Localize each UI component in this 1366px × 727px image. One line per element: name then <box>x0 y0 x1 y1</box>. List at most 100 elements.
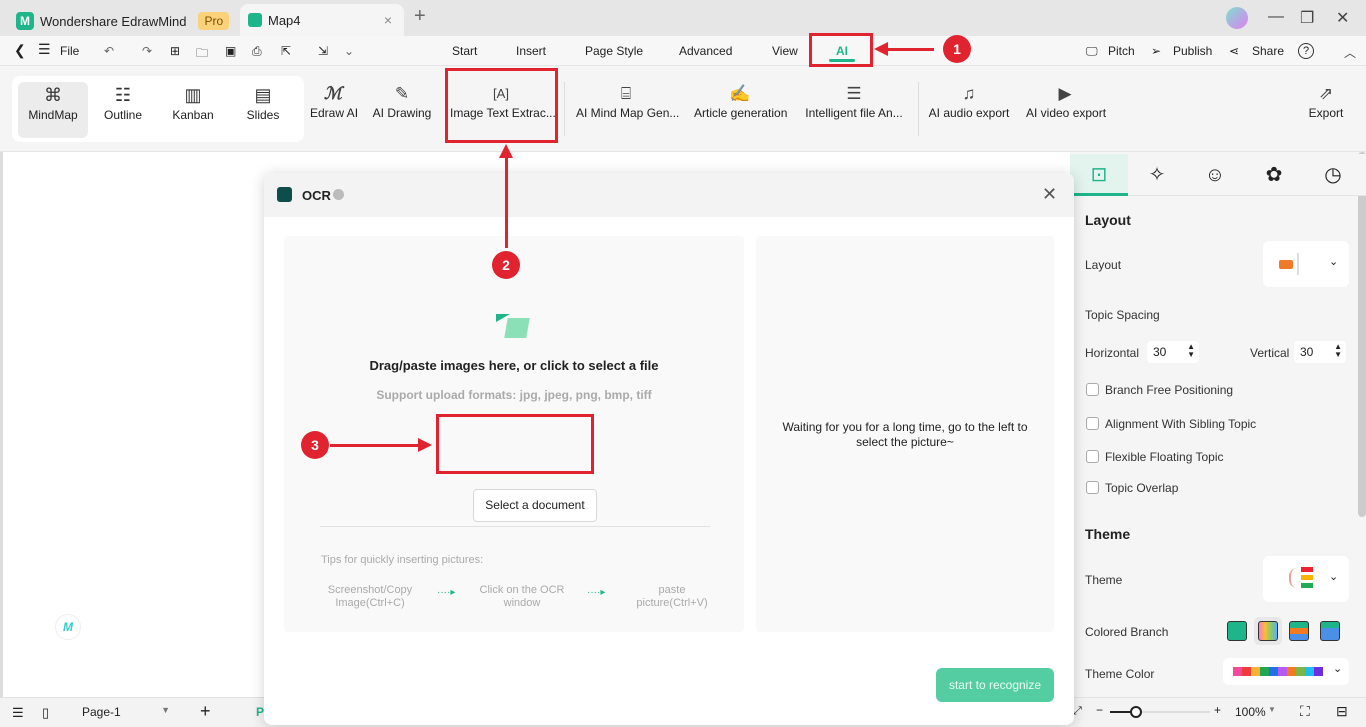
clipart-tab[interactable]: ✿ <box>1245 154 1303 196</box>
tab-insert[interactable]: Insert <box>516 44 546 58</box>
layout-select[interactable]: ⌄ <box>1263 241 1349 287</box>
share-icon[interactable]: ⋖ <box>1229 44 1239 58</box>
palette-swatch-10 <box>1314 667 1323 676</box>
save-icon[interactable]: ▣ <box>225 44 236 58</box>
properties-panel: Layout Layout ⌄ Topic Spacing Horizontal… <box>1070 152 1366 697</box>
print-icon[interactable]: ⎙ <box>252 44 262 59</box>
spinner-arrows-icon[interactable]: ▲ ▼ <box>1334 343 1342 359</box>
tab-start[interactable]: Start <box>452 44 477 58</box>
vertical-spacing-input[interactable]: 30 ▲ ▼ <box>1294 341 1346 363</box>
close-window-button[interactable]: ✕ <box>1336 8 1349 28</box>
theme-color-select[interactable]: ⌄ <box>1223 658 1349 685</box>
export-label: Export <box>1308 106 1344 120</box>
ai-audio-export-button[interactable]: ♫ AI audio export <box>928 82 1010 120</box>
page-view-icon[interactable]: ▯ <box>42 705 49 721</box>
help-icon[interactable] <box>333 189 344 200</box>
zoom-slider-handle[interactable] <box>1130 706 1142 718</box>
mindmap-view-button[interactable]: ⌘ MindMap <box>18 82 88 138</box>
pitch-icon[interactable]: 🖵 <box>1086 44 1098 59</box>
import-icon[interactable]: ⇲ <box>318 44 328 58</box>
close-tab-icon[interactable]: × <box>384 12 392 28</box>
edraw-ai-button[interactable]: ℳ Edraw AI <box>310 82 359 120</box>
zoom-out-button[interactable]: − <box>1096 703 1103 717</box>
panel-scrollbar[interactable] <box>1358 152 1366 517</box>
mark-tab[interactable]: ☺ <box>1186 154 1244 196</box>
edraw-ai-floating-icon[interactable]: M <box>55 614 81 640</box>
redo-icon[interactable]: ↷ <box>142 44 152 58</box>
article-generation-label: Article generation <box>694 106 788 120</box>
start-recognize-button[interactable]: start to recognize <box>936 668 1054 702</box>
open-folder-icon[interactable]: 🗀 <box>196 44 208 65</box>
history-tab[interactable]: ◷ <box>1304 154 1362 196</box>
colored-branch-option-3[interactable] <box>1289 621 1309 641</box>
minimize-button[interactable]: — <box>1268 8 1284 26</box>
colored-branch-option-1[interactable] <box>1227 621 1247 641</box>
fit-width-icon[interactable]: ⊟ <box>1336 703 1348 720</box>
spinner-arrows-icon[interactable]: ▲ ▼ <box>1187 343 1195 359</box>
help-button[interactable]: ? <box>1298 43 1314 59</box>
ai-video-export-button[interactable]: ▶ AI video export <box>1026 82 1106 120</box>
theme-heading: Theme <box>1085 526 1131 542</box>
zoom-in-button[interactable]: + <box>1214 703 1221 717</box>
format-tab[interactable]: ⊡ <box>1070 154 1128 196</box>
maximize-button[interactable]: ❐ <box>1300 8 1314 28</box>
close-dialog-button[interactable]: ✕ <box>1042 184 1057 205</box>
colored-branch-option-2-selected[interactable] <box>1254 617 1282 645</box>
colored-branch-option-4[interactable] <box>1320 621 1340 641</box>
kanban-view-button[interactable]: ▥ Kanban <box>158 82 228 138</box>
page-tab-active[interactable]: P <box>256 705 264 719</box>
collapse-ribbon-icon[interactable]: ︿ <box>1344 44 1356 61</box>
file-menu[interactable]: File <box>60 44 79 58</box>
article-generation-button[interactable]: ✍ Article generation <box>694 82 788 120</box>
horizontal-label: Horizontal <box>1085 346 1140 360</box>
export-button[interactable]: ⇗ Export <box>1308 82 1344 120</box>
ai-mind-map-generator-button[interactable]: ⌸ AI Mind Map Gen... <box>576 82 679 120</box>
flexible-floating-checkbox[interactable] <box>1086 450 1099 463</box>
export-quick-icon[interactable]: ⇱ <box>281 44 291 58</box>
pitch-button[interactable]: Pitch <box>1108 44 1135 58</box>
fit-page-icon[interactable]: ⤢ <box>1073 705 1082 718</box>
slides-view-button[interactable]: ▤ Slides <box>228 82 298 138</box>
intelligent-file-analysis-button[interactable]: ☰ Intelligent file An... <box>805 82 903 120</box>
publish-icon[interactable]: ➢ <box>1151 44 1161 58</box>
more-tools-icon[interactable]: ⌄ <box>344 44 354 58</box>
theme-select[interactable]: ⌄ <box>1263 556 1349 602</box>
share-button[interactable]: Share <box>1252 44 1284 58</box>
zoom-level[interactable]: 100% <box>1235 705 1266 719</box>
vertical-label: Vertical <box>1250 346 1290 360</box>
palette-swatch-8 <box>1296 667 1305 676</box>
zoom-slider-track[interactable] <box>1110 706 1210 718</box>
alignment-sibling-checkbox[interactable] <box>1086 417 1099 430</box>
publish-button[interactable]: Publish <box>1173 44 1212 58</box>
horizontal-spacing-input[interactable]: 30 ▲ ▼ <box>1147 341 1199 363</box>
fullscreen-icon[interactable]: ⛶ <box>1300 703 1310 720</box>
user-avatar[interactable] <box>1226 7 1248 29</box>
document-tab[interactable]: Map4 × <box>240 4 404 36</box>
theme-color-palette <box>1233 667 1323 676</box>
add-page-button[interactable]: + <box>200 701 211 722</box>
topic-overlap-checkbox[interactable] <box>1086 481 1099 494</box>
outline-locate-icon[interactable]: ☰ <box>12 705 24 721</box>
page-select[interactable]: Page-1 ▼ <box>72 702 176 724</box>
tab-page-style[interactable]: Page Style <box>585 44 643 58</box>
ai-mind-map-icon: ⌸ <box>620 84 632 103</box>
palette-swatch-3 <box>1251 667 1260 676</box>
new-file-icon[interactable]: ⊞ <box>170 44 180 58</box>
mindmap-label: MindMap <box>28 108 78 122</box>
outline-view-button[interactable]: ☷ Outline <box>88 82 158 138</box>
new-tab-button[interactable]: + <box>414 5 426 28</box>
annotation-badge-1: 1 <box>943 35 971 63</box>
menu-icon[interactable]: ☰ <box>38 41 51 58</box>
select-document-button[interactable]: Select a document <box>473 489 597 522</box>
zoom-dropdown-icon[interactable]: ▼ <box>1268 705 1276 714</box>
ai-drawing-button[interactable]: ✎ AI Drawing <box>372 82 432 120</box>
recognition-result-area: Waiting for you for a long time, go to t… <box>756 236 1054 632</box>
back-icon[interactable]: ❮ <box>14 42 26 59</box>
tab-view[interactable]: View <box>772 44 798 58</box>
edraw-ai-label: Edraw AI <box>310 106 359 120</box>
tab-advanced[interactable]: Advanced <box>679 44 732 58</box>
undo-icon[interactable]: ↶ <box>104 44 114 58</box>
format-icon: ⊡ <box>1090 164 1108 186</box>
branch-free-positioning-checkbox[interactable] <box>1086 383 1099 396</box>
ai-tab[interactable]: ✧ <box>1128 154 1186 196</box>
